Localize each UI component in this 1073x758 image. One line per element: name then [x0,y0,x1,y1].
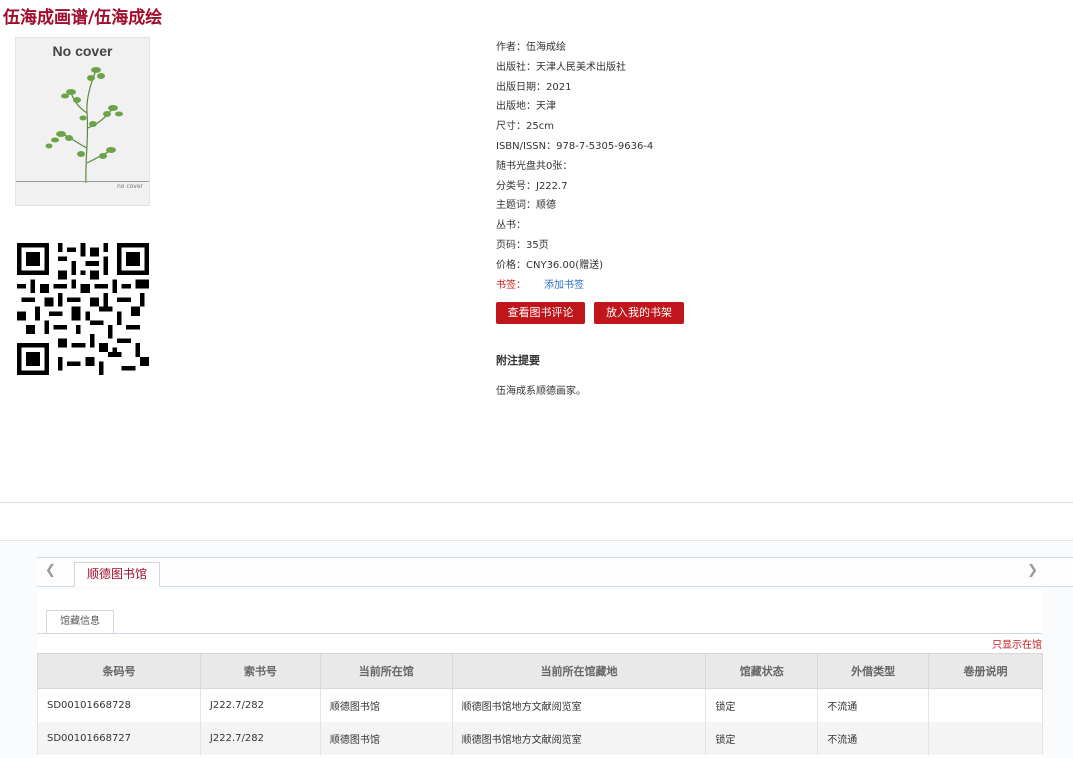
cell-volume-note [928,688,1043,722]
cell-loan-type: 不流通 [817,722,930,755]
meta-cd: 随书光盘共0张： [496,160,573,172]
cell-current-library: 顺德图书馆 [319,688,453,722]
cell-call-number: J222.7/282 [199,722,321,755]
cover-text: No cover [52,43,113,59]
col-barcode: 条码号 [37,653,201,689]
holdings-table: 条码号 索书号 当前所在馆 当前所在馆藏地 馆藏状态 外借类型 卷册说明 SD0… [37,653,1043,755]
tab-shunde-library[interactable]: 顺德图书馆 [74,562,160,587]
meta-author: 作者：伍海成绘 [496,42,566,53]
qr-code-icon [17,243,149,375]
meta-pub-place: 出版地：天津 [496,101,556,113]
cell-current-library: 顺德图书馆 [319,722,453,755]
only-in-library-link[interactable]: 只显示在馆 [992,636,1042,651]
title-part1: 伍海成画谱 [3,8,88,28]
book-title: 伍海成画谱/伍海成绘 [3,3,162,28]
cell-current-location: 顺德图书馆地方文献阅览室 [451,722,707,755]
meta-isbn: ISBN/ISSN：978-7-5305-9636-4 [496,140,654,152]
cell-barcode: SD00101668727 [37,722,201,755]
col-status: 馆藏状态 [705,653,819,689]
cell-volume-note [928,722,1043,755]
table-row: SD00101668727 J222.7/282 顺德图书馆 顺德图书馆地方文献… [37,722,1043,755]
col-current-library: 当前所在馆 [319,653,453,689]
cover-footer-text: no cover [116,183,143,190]
title-part2: 伍海成绘 [94,8,163,28]
section-divider [0,502,1073,503]
view-reviews-button[interactable]: 查看图书评论 [496,302,585,324]
library-tab-bar: ❮ 顺德图书馆 ❯ [37,557,1073,587]
tab-holdings-info[interactable]: 馆藏信息 [46,610,114,634]
col-current-location: 当前所在馆藏地 [451,653,707,689]
book-metadata: 作者：伍海成绘 出版社：天津人民美术出版社 出版日期：2021 出版地：天津 尺… [496,38,653,295]
plant-illustration [45,67,123,184]
notes-heading: 附注提要 [496,354,540,367]
chevron-right-icon[interactable]: ❯ [1027,563,1038,578]
meta-publisher: 出版社：天津人民美术出版社 [496,61,626,73]
cover-divider [16,181,149,182]
table-header-row: 条码号 索书号 当前所在馆 当前所在馆藏地 馆藏状态 外借类型 卷册说明 [37,653,1043,689]
chevron-left-icon[interactable]: ❮ [45,563,56,578]
tags-label: 书签： [496,279,526,291]
meta-pages: 页码：35页 [496,239,549,251]
meta-price: 价格：CNY36.00(赠送) [496,259,604,271]
add-tag-link[interactable]: 添加书签 [544,280,584,291]
col-loan-type: 外借类型 [817,653,930,689]
book-cover: No cover no cover [15,37,150,206]
notes-text: 伍海成系顺德画家。 [496,386,586,397]
add-to-shelf-button[interactable]: 放入我的书架 [594,302,684,324]
meta-tags: 书签： 添加书签 [496,276,653,296]
meta-class-no: 分类号：J222.7 [496,180,568,192]
cell-status: 锁定 [705,722,819,755]
meta-subject: 主题词：顺德 [496,200,556,212]
cell-barcode: SD00101668728 [37,688,201,722]
subtab-underline [37,633,1042,634]
meta-pub-date: 出版日期：2021 [496,81,572,93]
col-volume-note: 卷册说明 [928,653,1043,689]
cell-status: 锁定 [705,688,819,722]
cell-loan-type: 不流通 [817,688,930,722]
meta-size: 尺寸：25cm [496,121,554,133]
cell-current-location: 顺德图书馆地方文献阅览室 [451,688,707,722]
cell-call-number: J222.7/282 [199,688,321,722]
table-row: SD00101668728 J222.7/282 顺德图书馆 顺德图书馆地方文献… [37,688,1043,722]
col-call-number: 索书号 [199,653,321,689]
meta-series: 丛书： [496,220,526,232]
